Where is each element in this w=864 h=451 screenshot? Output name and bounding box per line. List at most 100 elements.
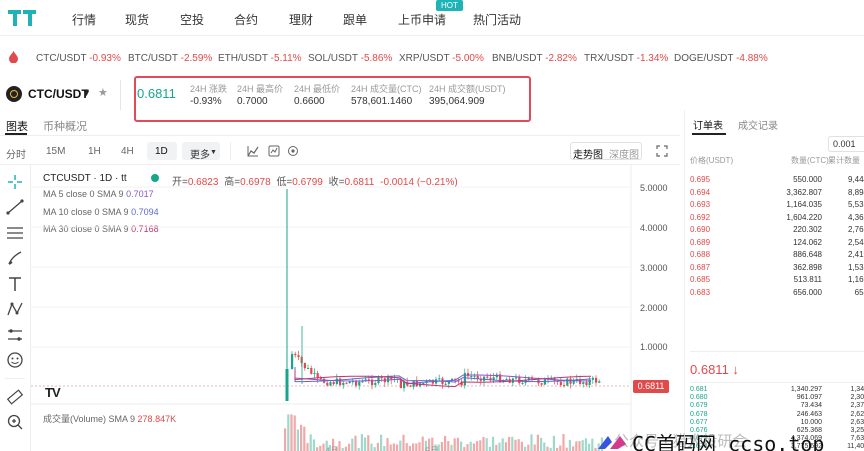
brand-logo-icon[interactable] xyxy=(8,8,38,28)
zoom-in-icon[interactable] xyxy=(5,413,25,431)
nav-spot[interactable]: 现货 xyxy=(125,11,149,28)
bid-row[interactable]: 0.67973.4342,374 xyxy=(684,401,864,409)
interval-1h[interactable]: 1H xyxy=(88,146,101,157)
caret-down-icon[interactable]: ▼ xyxy=(82,88,91,98)
settings-icon[interactable] xyxy=(287,145,299,157)
candle-body xyxy=(415,380,418,387)
tab-chart[interactable]: 图表 xyxy=(6,118,28,134)
nav-market[interactable]: 行情 xyxy=(72,11,96,28)
price-chart[interactable] xyxy=(31,164,680,451)
volume-bar xyxy=(568,440,571,451)
nav-copy-trading[interactable]: 跟单 xyxy=(343,11,367,28)
ask-row[interactable]: 0.6943,362.8078,894 xyxy=(684,187,864,199)
ask-row[interactable]: 0.688886.6482,419 xyxy=(684,249,864,261)
ticker-item[interactable]: CTC/USDT -0.93% xyxy=(36,53,121,64)
x-axis-tick: 5月 xyxy=(425,446,440,451)
bid-row[interactable]: 0.67710.0002,631 xyxy=(684,418,864,426)
nav-earn[interactable]: 理财 xyxy=(289,11,313,28)
volume-bar xyxy=(383,445,386,451)
volume-bar xyxy=(405,443,408,451)
fullscreen-icon[interactable] xyxy=(656,145,668,157)
candle-body xyxy=(598,381,601,383)
ticker-item[interactable]: ETH/USDT -5.11% xyxy=(218,53,302,64)
bid-row[interactable]: 0.680961.0972,301 xyxy=(684,393,864,401)
volume-bar xyxy=(517,439,520,451)
crosshair-icon[interactable] xyxy=(5,173,25,191)
candle-style-icon[interactable] xyxy=(247,145,259,157)
candle-body xyxy=(307,368,310,370)
tab-orderbook[interactable]: 订单表 xyxy=(693,117,723,132)
ticker-item[interactable]: BTC/USDT -2.59% xyxy=(128,53,212,64)
ticker-item[interactable]: DOGE/USDT -4.88% xyxy=(674,53,768,64)
ticker-item[interactable]: BNB/USDT -2.82% xyxy=(492,53,577,64)
pattern-icon[interactable] xyxy=(5,300,25,318)
view-depth-chart[interactable]: 深度图 xyxy=(609,146,639,161)
volume-bar xyxy=(485,438,488,451)
volume-bar xyxy=(316,447,319,451)
stat-value: -0.93% xyxy=(190,96,222,107)
interval-4h[interactable]: 4H xyxy=(121,146,134,157)
ask-row[interactable]: 0.6921,604.2204,367 xyxy=(684,212,864,224)
tab-overview[interactable]: 币种概况 xyxy=(43,118,87,134)
volume-bar xyxy=(495,444,498,451)
nav-listing-apply[interactable]: 上币申请 xyxy=(398,11,446,28)
volume-bar xyxy=(498,442,501,451)
volume-bar xyxy=(559,445,562,451)
precision-value: 0.001 xyxy=(833,139,856,149)
emoji-icon[interactable] xyxy=(5,351,25,369)
volume-bar xyxy=(364,437,367,451)
ticker-item[interactable]: TRX/USDT -1.34% xyxy=(584,53,668,64)
pair-selector[interactable]: CTC/USDT xyxy=(28,87,89,101)
candle-body xyxy=(326,382,329,386)
divider xyxy=(690,382,864,383)
candle-body xyxy=(285,369,289,401)
interval-1d[interactable]: 1D xyxy=(155,146,168,157)
candle-body xyxy=(563,385,566,387)
stat-value: 0.6600 xyxy=(294,96,325,107)
volume-bar xyxy=(450,444,453,451)
ask-row[interactable]: 0.683656.000656 xyxy=(684,287,864,299)
star-icon[interactable]: ★ xyxy=(98,86,108,99)
volume-bar xyxy=(373,447,376,451)
ticker-item[interactable]: XRP/USDT -5.00% xyxy=(399,53,484,64)
ask-row[interactable]: 0.687362.8981,532 xyxy=(684,262,864,274)
candle-body xyxy=(291,353,294,369)
stat-label: 24H 最低价 xyxy=(294,84,341,94)
candle-body xyxy=(585,382,588,386)
view-price-chart[interactable]: 走势图 xyxy=(573,146,603,161)
interval-timeline[interactable]: 分时 xyxy=(6,146,26,161)
volume-bar xyxy=(348,443,351,451)
volume-bar xyxy=(488,446,491,451)
candle-body xyxy=(515,377,518,379)
ask-row[interactable]: 0.6931,164.0355,531 xyxy=(684,199,864,211)
nav-futures[interactable]: 合约 xyxy=(234,11,258,28)
brush-icon[interactable] xyxy=(5,249,25,267)
interval-15m[interactable]: 15M xyxy=(46,146,65,157)
parallel-lines-icon[interactable] xyxy=(5,224,25,242)
bid-row[interactable]: 0.678246.4632,621 xyxy=(684,410,864,418)
divider xyxy=(5,378,25,379)
ask-row[interactable]: 0.690220.3022,763 xyxy=(684,224,864,236)
nav-airdrop[interactable]: 空投 xyxy=(180,11,204,28)
tab-indicator xyxy=(692,133,726,135)
ask-row[interactable]: 0.685513.8111,169 xyxy=(684,274,864,286)
volume-bar xyxy=(309,434,312,451)
ticker-item[interactable]: SOL/USDT -5.86% xyxy=(308,53,392,64)
candle-body xyxy=(438,378,441,380)
volume-bar xyxy=(402,434,405,451)
volume-bar xyxy=(572,446,575,451)
nav-hot-events[interactable]: 热门活动 xyxy=(473,11,521,28)
ask-row[interactable]: 0.695550.0009,444 xyxy=(684,174,864,186)
measure-icon[interactable] xyxy=(5,326,25,344)
indicator-icon[interactable] xyxy=(268,145,280,157)
text-tool-icon[interactable] xyxy=(5,275,25,293)
candle-body xyxy=(348,381,351,384)
bid-row[interactable]: 0.6811,340.2971,340 xyxy=(684,385,864,393)
stat-label: 24H 最高价 xyxy=(237,84,284,94)
volume-bar xyxy=(306,443,309,451)
candle-body xyxy=(335,378,338,384)
trend-line-icon[interactable] xyxy=(5,198,25,216)
ask-row[interactable]: 0.689124.0622,543 xyxy=(684,237,864,249)
ruler-icon[interactable] xyxy=(5,388,25,406)
tab-trades[interactable]: 成交记录 xyxy=(738,117,778,132)
